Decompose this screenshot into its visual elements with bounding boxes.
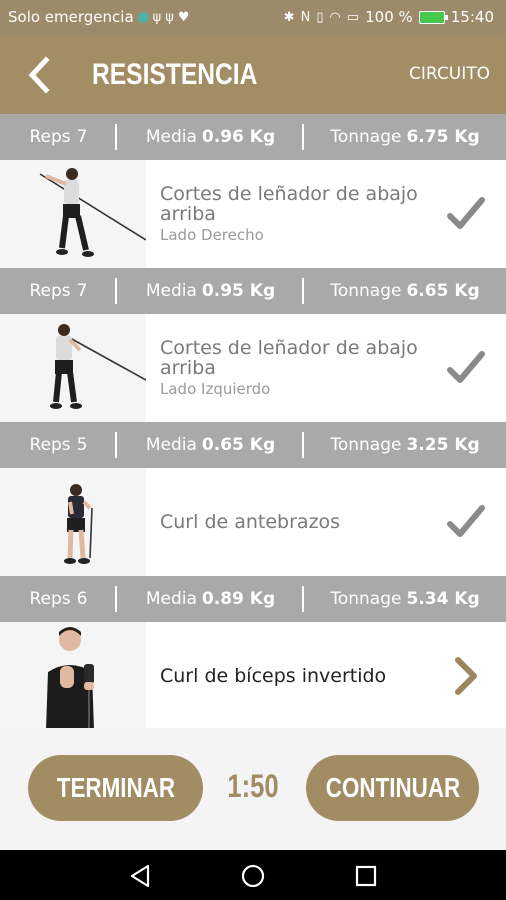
exercise-side: Lado Izquierdo [160,380,271,398]
check-icon [447,351,485,383]
nav-home-icon[interactable] [240,863,266,889]
stats-bar: Reps 7 Media 0.95 Kg Tonnage 6.65 Kg [0,268,506,314]
system-nav-bar [0,850,506,900]
chevron-right-icon[interactable] [446,656,486,696]
reps-stat: Reps 6 [0,576,117,622]
tonnage-stat: Tonnage 5.34 Kg [330,589,480,609]
battery-percent: 100 % [365,8,413,26]
status-bar: Solo emergencia ψ ψ ♥ ✱ N ▯ ◠ ▭ 100 % 15… [0,0,506,36]
media-stat: Media 0.95 Kg [117,268,304,314]
exercise-side: Lado Derecho [160,226,264,244]
check-icon [447,197,485,229]
tonnage-stat: Tonnage 6.75 Kg [330,127,480,147]
media-stat: Media 0.96 Kg [117,114,304,160]
stats-bar: Reps 7 Media 0.96 Kg Tonnage 6.75 Kg [0,114,506,160]
circle-dot-icon [137,11,149,23]
clock: 15:40 [450,8,494,26]
exercise-name: Cortes de leñador de abajo arriba [160,183,418,225]
vibrate-icon: ▯ [316,9,324,25]
reps-stat: Reps 5 [0,422,117,468]
exercise-thumbnail [0,468,146,576]
exercise-name: Cortes de leñador de abajo arriba [160,337,418,379]
usb-icon: ψ [152,9,162,25]
nav-recents-icon[interactable] [353,863,379,889]
exercise-thumbnail [0,622,146,728]
exercise-thumbnail [0,160,146,268]
rest-timer: 1:50 [227,768,279,804]
media-stat: Media 0.89 Kg [117,576,304,622]
exercise-text: Curl de antebrazos [160,468,430,576]
status-right: ✱ N ▯ ◠ ▭ 100 % 15:40 [284,8,494,26]
media-stat: Media 0.65 Kg [117,422,304,468]
exercise-row[interactable]: Cortes de leñador de abajo arriba Lado I… [0,314,506,422]
battery-icon [418,10,448,24]
footer-controls: TERMINAR 1:50 CONTINUAR [0,728,506,850]
app-bar: RESISTENCIA CIRCUITO [0,36,506,114]
reps-stat: Reps 7 [0,268,117,314]
stats-bar: Reps 5 Media 0.65 Kg Tonnage 3.25 Kg [0,422,506,468]
circuit-button[interactable]: CIRCUITO [409,64,490,84]
end-button[interactable]: TERMINAR [28,755,203,821]
nav-back-icon[interactable] [128,863,154,889]
exercise-name: Curl de antebrazos [160,511,341,533]
continue-button[interactable]: CONTINUAR [306,755,479,821]
exercise-thumbnail [0,314,146,422]
exercise-text: Cortes de leñador de abajo arriba Lado I… [160,314,430,422]
exercise-row[interactable]: Curl de antebrazos [0,468,506,576]
status-left: Solo emergencia ψ ψ ♥ [8,8,189,26]
chevron-left-icon[interactable] [22,56,56,94]
carrier-text: Solo emergencia [8,8,134,26]
exercise-list[interactable]: Reps 7 Media 0.96 Kg Tonnage 6.75 Kg Cortes… [0,114,506,728]
heart-icon: ♥ [177,9,190,25]
bluetooth-icon: ✱ [283,9,295,25]
check-icon [447,505,485,537]
exercise-text: Curl de bíceps invertido [160,622,430,728]
reps-stat: Reps 7 [0,114,117,160]
exercise-row[interactable]: Cortes de leñador de abajo arriba Lado D… [0,160,506,268]
exercise-text: Cortes de leñador de abajo arriba Lado D… [160,160,430,268]
stats-bar: Reps 6 Media 0.89 Kg Tonnage 5.34 Kg [0,576,506,622]
page-title: RESISTENCIA [92,58,258,91]
exercise-name: Curl de bíceps invertido [160,665,387,687]
wifi-icon: ◠ [329,9,341,25]
sim-icon: ▭ [346,9,360,25]
nfc-icon: N [300,9,311,25]
usb-icon: ψ [165,9,174,25]
exercise-row[interactable]: Curl de bíceps invertido [0,622,506,728]
tonnage-stat: Tonnage 3.25 Kg [330,435,480,455]
tonnage-stat: Tonnage 6.65 Kg [330,281,480,301]
